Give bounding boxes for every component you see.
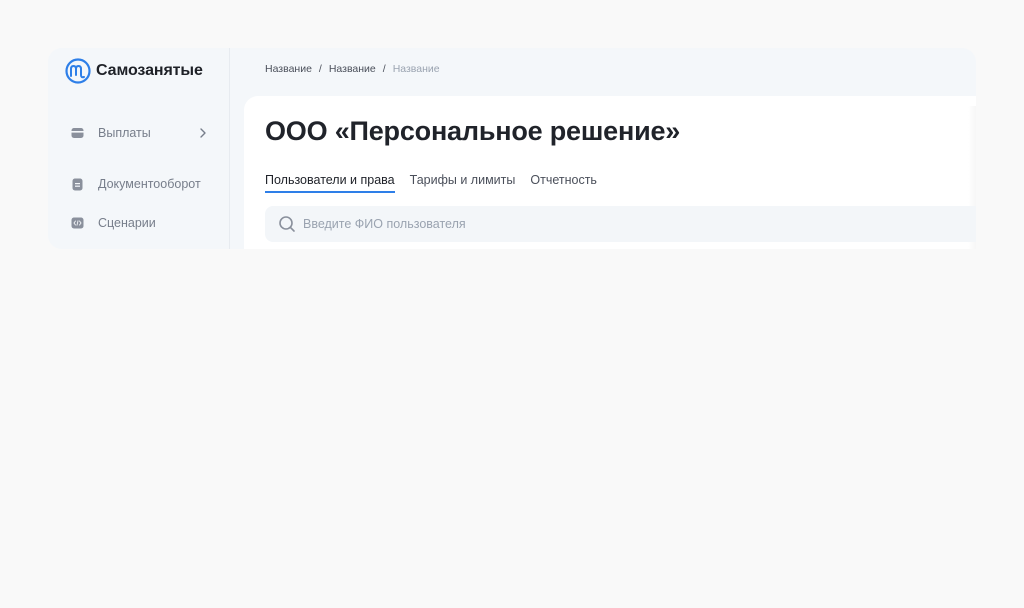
breadcrumb-item[interactable]: Название xyxy=(265,63,312,75)
tab-users-rights[interactable]: Пользователи и права xyxy=(265,173,395,193)
sidebar-item-label: Сценарии xyxy=(98,216,156,230)
document-icon xyxy=(71,178,84,191)
wallet-icon xyxy=(71,127,84,140)
page-title: ООО «Персональное решение» xyxy=(265,116,681,146)
tab-reporting[interactable]: Отчетность xyxy=(530,173,597,193)
search-bar[interactable] xyxy=(265,206,976,242)
sidebar-item-payouts[interactable]: Выплаты xyxy=(71,123,151,143)
brand-logo-icon xyxy=(65,58,91,84)
breadcrumb-item[interactable]: Название xyxy=(329,63,376,75)
sidebar-item-scenarios[interactable]: Сценарии xyxy=(71,213,156,233)
sidebar: Самозанятые Выплаты Документооборот Сцен… xyxy=(48,48,230,249)
breadcrumb: Название / Название / Название xyxy=(265,63,440,75)
tab-tariffs-limits[interactable]: Тарифы и лимиты xyxy=(410,173,516,193)
search-input[interactable] xyxy=(301,216,945,232)
brand-name: Самозанятые xyxy=(96,62,203,79)
breadcrumb-separator: / xyxy=(318,63,322,75)
chevron-right-icon[interactable] xyxy=(198,127,208,139)
main-content: ООО «Персональное решение» Пользователи … xyxy=(244,96,976,249)
sidebar-item-label: Выплаты xyxy=(98,126,151,140)
logo[interactable]: Самозанятые xyxy=(65,58,203,84)
sidebar-item-label: Документооборот xyxy=(98,177,201,191)
code-icon xyxy=(71,217,84,230)
breadcrumb-separator: / xyxy=(382,63,386,75)
app-window: Самозанятые Выплаты Документооборот Сцен… xyxy=(48,48,976,249)
search-icon xyxy=(279,216,295,232)
breadcrumb-current: Название xyxy=(392,63,440,75)
tab-bar: Пользователи и права Тарифы и лимиты Отч… xyxy=(265,173,612,193)
sidebar-item-documents[interactable]: Документооборот xyxy=(71,174,201,194)
